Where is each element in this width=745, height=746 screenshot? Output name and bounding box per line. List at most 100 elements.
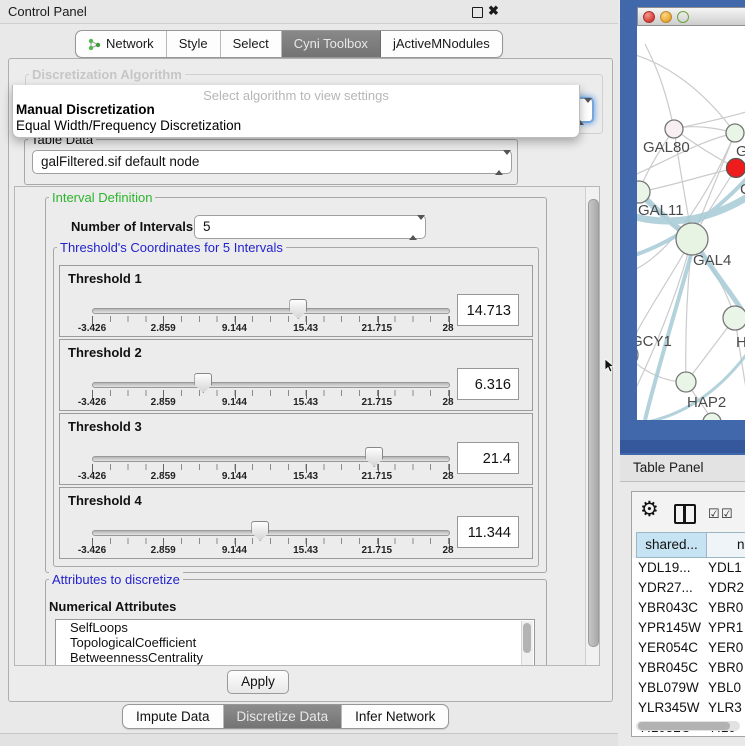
threshold-1-slider-track[interactable]: [92, 308, 450, 314]
node-label: H: [736, 334, 745, 351]
discretization-algorithm-label: Discretization Algorithm: [29, 67, 185, 82]
apply-button[interactable]: Apply: [227, 670, 289, 694]
table-panel-titlebar: Table Panel: [620, 455, 745, 482]
threshold-3-label: Threshold 3: [68, 419, 142, 434]
thresholds-group-label: Threshold's Coordinates for 5 Intervals: [57, 240, 286, 255]
threshold-4-value-field[interactable]: 11.344: [457, 516, 519, 548]
number-of-intervals-combobox[interactable]: 5: [194, 215, 426, 239]
column-header-shared-name[interactable]: shared...: [636, 532, 707, 558]
table-row[interactable]: YDR27...YDR2: [632, 578, 745, 598]
tab-impute-data[interactable]: Impute Data: [123, 705, 224, 728]
table-row[interactable]: YPR145WYPR1: [632, 618, 745, 638]
number-of-intervals-value: 5: [203, 216, 211, 238]
columns-icon[interactable]: [674, 504, 696, 524]
table-row[interactable]: YLR345WYLR3: [632, 698, 745, 718]
numerical-attributes-list[interactable]: SelfLoops TopologicalCoefficient Between…: [55, 619, 535, 666]
tab-cyni-toolbox[interactable]: Cyni Toolbox: [282, 31, 381, 57]
checkbox-icon[interactable]: ☑: [708, 506, 720, 522]
algorithm-dropdown-popup: Select algorithm to view settings Manual…: [12, 85, 580, 138]
algorithm-hint-text: Select algorithm to view settings: [13, 88, 579, 103]
mouse-cursor: [605, 359, 615, 373]
minimize-traffic-light-icon[interactable]: [660, 11, 672, 23]
panel-title: Control Panel: [8, 4, 87, 19]
threshold-4-label: Threshold 4: [68, 493, 142, 508]
slider-scale-labels: -3.426 2.859 9.144 15.43 21.715 28: [92, 323, 448, 335]
table-data-combobox[interactable]: galFiltered.sif default node: [32, 150, 512, 174]
tab-jactivemnodules[interactable]: jActiveMNodules: [381, 31, 502, 57]
threshold-2-slider-track[interactable]: [92, 382, 450, 388]
column-header-name[interactable]: n: [706, 532, 745, 558]
tab-style[interactable]: Style: [167, 31, 221, 57]
interval-definition-label: Interval Definition: [49, 190, 155, 205]
close-traffic-light-icon[interactable]: [643, 11, 655, 23]
network-icon: [88, 38, 101, 51]
node-table[interactable]: YDL19...YDL1 YDR27...YDR2 YBR043CYBR0 YP…: [632, 558, 745, 736]
slider-scale-labels: -3.426 2.859 9.144 15.43 21.715 28: [92, 545, 448, 557]
list-item[interactable]: TopologicalCoefficient: [56, 636, 534, 650]
settings-scroll-region: Interval Definition Number of Intervals …: [14, 186, 600, 666]
slider-scale-labels: -3.426 2.859 9.144 15.43 21.715 28: [92, 397, 448, 409]
checkbox-icon[interactable]: ☑: [721, 506, 733, 522]
close-icon[interactable]: ✖: [488, 3, 499, 19]
combo-arrows-icon: [409, 220, 418, 235]
algorithm-option-equal-width[interactable]: Equal Width/Frequency Discretization: [16, 118, 241, 133]
float-window-icon[interactable]: [472, 7, 483, 18]
tab-network-label: Network: [106, 31, 154, 57]
node-label: GAL11: [638, 202, 684, 219]
settings-vertical-scrollbar[interactable]: [585, 187, 599, 665]
table-row[interactable]: YDL19...YDL1: [632, 558, 745, 578]
threshold-card-1: Threshold 1 -3.426 2.859 9.144 15.43 21.…: [59, 265, 533, 337]
list-item[interactable]: SelfLoops: [56, 621, 534, 635]
bottom-tab-bar: Impute Data Discretize Data Infer Networ…: [122, 704, 449, 729]
zoom-traffic-light-icon[interactable]: [677, 11, 689, 23]
tab-style-label: Style: [179, 31, 208, 57]
slider-scale-labels: -3.426 2.859 9.144 15.43 21.715 28: [92, 471, 448, 483]
node-selected-red: [727, 159, 745, 178]
node-hap2: [676, 372, 696, 392]
network-view-frame: GAL80 G C GAL11 GAL4 GCY1 H HAP2: [620, 0, 745, 455]
node-cut-top: [726, 124, 744, 142]
control-panel-titlebar: Control Panel ✖: [0, 0, 618, 24]
tab-network[interactable]: Network: [76, 31, 167, 57]
list-item[interactable]: BetweennessCentrality: [56, 651, 534, 665]
network-window-titlebar[interactable]: [637, 7, 745, 26]
algorithm-option-manual[interactable]: Manual Discretization: [16, 102, 155, 117]
table-panel: ⚙ ☑ ☑ shared... n YDL19...YDL1 YDR27...Y…: [631, 491, 745, 737]
threshold-1-value-field[interactable]: 14.713: [457, 294, 519, 326]
node-label: HAP2: [687, 394, 726, 411]
number-of-intervals-label: Number of Intervals: [71, 219, 193, 234]
node-label: C: [740, 181, 745, 198]
table-row[interactable]: YBR043CYBR0: [632, 598, 745, 618]
table-horizontal-scrollbar[interactable]: [636, 721, 740, 731]
tab-select[interactable]: Select: [221, 31, 282, 57]
threshold-1-label: Threshold 1: [68, 271, 142, 286]
threshold-3-slider-track[interactable]: [92, 456, 450, 462]
threshold-2-value-field[interactable]: 6.316: [457, 368, 519, 400]
network-frame-bottom: [620, 440, 745, 453]
tab-discretize-data[interactable]: Discretize Data: [224, 705, 343, 728]
threshold-card-3: Threshold 3 -3.426 2.859 9.144 15.43 21.…: [59, 413, 533, 485]
table-row[interactable]: YBR045CYBR0: [632, 658, 745, 678]
tab-select-label: Select: [233, 31, 269, 57]
list-scrollbar[interactable]: [521, 621, 533, 665]
tab-infer-network[interactable]: Infer Network: [342, 705, 448, 728]
table-row[interactable]: YBL079WYBL0: [632, 678, 745, 698]
threshold-4-slider-track[interactable]: [92, 530, 450, 536]
threshold-card-2: Threshold 2 -3.426 2.859 9.144 15.43 21.…: [59, 339, 533, 411]
threshold-2-label: Threshold 2: [68, 345, 142, 360]
node-label: GAL4: [693, 252, 731, 269]
network-canvas[interactable]: GAL80 G C GAL11 GAL4 GCY1 H HAP2: [637, 26, 745, 420]
tab-jactivemnodules-label: jActiveMNodules: [393, 31, 490, 57]
node-label: G: [736, 143, 745, 160]
threshold-3-value-field[interactable]: 21.4: [457, 442, 519, 474]
threshold-card-4: Threshold 4 -3.426 2.859 9.144 15.43 21.…: [59, 487, 533, 559]
slider-ticks: [92, 390, 449, 396]
gear-icon[interactable]: ⚙: [640, 497, 659, 522]
node-gal80: [665, 120, 683, 138]
node-gal4: [676, 223, 708, 255]
node-label: GCY1: [637, 333, 672, 350]
slider-ticks: [92, 538, 449, 544]
control-panel-tab-bar: Network Style Select Cyni Toolbox jActiv…: [75, 30, 503, 58]
tab-cyni-toolbox-label: Cyni Toolbox: [294, 31, 368, 57]
table-row[interactable]: YER054CYER0: [632, 638, 745, 658]
